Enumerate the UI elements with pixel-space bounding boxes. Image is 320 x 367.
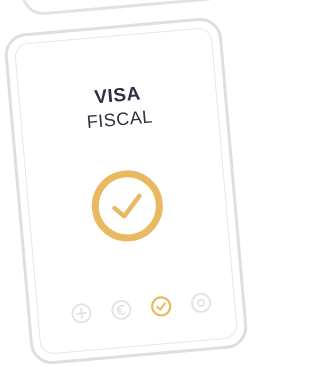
check-circle-icon — [87, 166, 167, 246]
step-4-target-icon[interactable] — [189, 291, 213, 315]
phone-mockup: VISA FISCAL — [2, 16, 250, 366]
step-1-plus-icon[interactable] — [70, 301, 94, 325]
step-2-euro-icon[interactable] — [109, 298, 133, 322]
previous-phone-card — [17, 0, 229, 17]
step-indicator — [70, 291, 213, 325]
step-3-check-icon[interactable] — [149, 294, 173, 318]
screen-title: VISA FISCAL — [19, 78, 218, 137]
illustration: VISA FISCAL — [0, 0, 264, 367]
phone-screen: VISA FISCAL — [13, 26, 239, 356]
